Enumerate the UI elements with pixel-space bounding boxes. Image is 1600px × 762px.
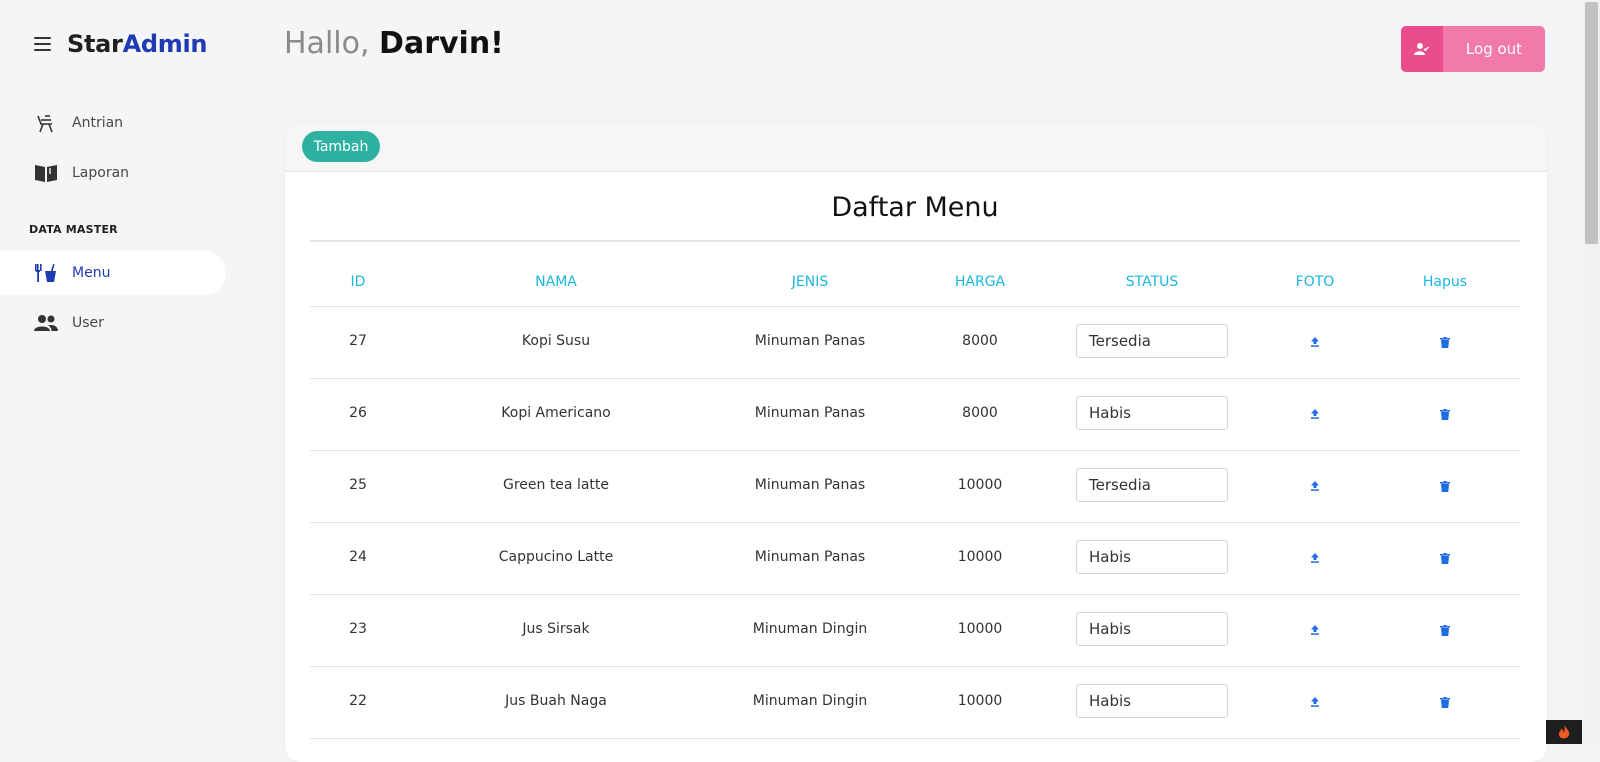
trash-icon[interactable] [1437, 334, 1453, 350]
trash-icon[interactable] [1437, 478, 1453, 494]
cell-harga: 8000 [962, 405, 998, 421]
sidebar-item-menu[interactable]: Menu [0, 251, 226, 295]
column-header-hapus[interactable]: Hapus [1390, 274, 1500, 290]
table-row: 24 Cappucino Latte Minuman Panas 10000 H… [310, 523, 1520, 595]
logout-label: Log out [1465, 40, 1523, 58]
cell-jenis: Minuman Panas [754, 333, 866, 349]
table-row: 26 Kopi Americano Minuman Panas 8000 Hab… [310, 379, 1520, 451]
title-divider [310, 240, 1520, 242]
upload-icon[interactable] [1307, 334, 1323, 350]
user-name: Darvin! [379, 26, 504, 61]
status-select[interactable]: Habis [1076, 684, 1228, 718]
sidebar-item-laporan[interactable]: Laporan [0, 151, 226, 195]
greeting-text: Hallo, [284, 26, 380, 61]
status-select[interactable]: Habis [1076, 540, 1228, 574]
cell-jenis: Minuman Panas [754, 477, 866, 493]
hamburger-menu-icon[interactable] [34, 37, 51, 51]
cell-nama: Jus Buah Naga [505, 693, 607, 709]
upload-icon[interactable] [1307, 478, 1323, 494]
cell-nama: Kopi Susu [521, 333, 591, 349]
column-header-harga[interactable]: HARGA [910, 274, 1050, 290]
cell-nama: Cappucino Latte [498, 549, 614, 565]
brand-logo[interactable]: StarAdmin [67, 30, 207, 58]
cell-id: 23 [349, 621, 367, 637]
cell-harga: 10000 [957, 549, 1003, 565]
menu-card: Tambah Daftar Menu ID NAMA JENIS HARGA S… [285, 122, 1547, 762]
table-row: 27 Kopi Susu Minuman Panas 8000 Tersedia [310, 307, 1520, 379]
sidebar-item-label: Antrian [72, 115, 124, 131]
trash-icon[interactable] [1437, 550, 1453, 566]
add-button[interactable]: Tambah [302, 131, 380, 162]
cell-id: 22 [349, 693, 367, 709]
chair-icon [34, 111, 58, 135]
status-select[interactable]: Tersedia [1076, 324, 1228, 358]
cell-harga: 8000 [962, 333, 998, 349]
food-menu-icon [34, 261, 58, 285]
card-title: Daftar Menu [831, 192, 999, 223]
upload-icon[interactable] [1307, 550, 1323, 566]
card-header: Tambah [285, 122, 1547, 172]
cell-id: 25 [349, 477, 367, 493]
cell-nama: Jus Sirsak [522, 621, 590, 637]
user-check-icon [1401, 26, 1443, 72]
cell-nama: Kopi Americano [501, 405, 611, 421]
page-scrollbar[interactable] [1583, 0, 1600, 744]
brand-row: StarAdmin [34, 30, 207, 58]
sidebar: StarAdmin Antrian Laporan DATA MASTER Me… [0, 0, 240, 744]
cell-jenis: Minuman Panas [754, 549, 866, 565]
flame-icon[interactable] [1546, 720, 1582, 744]
cell-harga: 10000 [957, 477, 1003, 493]
cell-nama: Green tea latte [502, 477, 610, 493]
trash-icon[interactable] [1437, 406, 1453, 422]
cell-id: 24 [349, 549, 367, 565]
brand-part1: Star [67, 30, 123, 58]
page-greeting: Hallo, Darvin! [284, 26, 504, 61]
status-select[interactable]: Tersedia [1076, 468, 1228, 502]
table-row: 25 Green tea latte Minuman Panas 10000 T… [310, 451, 1520, 523]
cell-harga: 10000 [957, 693, 1003, 709]
cell-harga: 10000 [957, 621, 1003, 637]
cell-jenis: Minuman Dingin [752, 621, 868, 637]
column-header-nama[interactable]: NAMA [436, 274, 676, 290]
scrollbar-thumb[interactable] [1585, 2, 1598, 244]
sidebar-item-label: Laporan [72, 165, 130, 181]
table-row: 22 Jus Buah Naga Minuman Dingin 10000 Ha… [310, 667, 1520, 739]
column-header-status[interactable]: STATUS [1060, 274, 1244, 290]
sidebar-item-label: Menu [72, 265, 111, 281]
cell-id: 27 [349, 333, 367, 349]
status-select[interactable]: Habis [1076, 612, 1228, 646]
cell-jenis: Minuman Panas [754, 405, 866, 421]
upload-icon[interactable] [1307, 622, 1323, 638]
sidebar-item-user[interactable]: User [0, 301, 226, 345]
trash-icon[interactable] [1437, 622, 1453, 638]
sidebar-item-antrian[interactable]: Antrian [0, 101, 226, 145]
column-header-id[interactable]: ID [310, 274, 406, 290]
section-title: DATA MASTER [29, 223, 118, 236]
book-icon [34, 161, 58, 185]
table-body: 27 Kopi Susu Minuman Panas 8000 Tersedia… [310, 307, 1520, 739]
trash-icon[interactable] [1437, 694, 1453, 710]
cell-id: 26 [349, 405, 367, 421]
users-icon [34, 311, 58, 335]
column-header-jenis[interactable]: JENIS [680, 274, 940, 290]
sidebar-item-label: User [72, 315, 104, 331]
table-header: ID NAMA JENIS HARGA STATUS FOTO Hapus [310, 270, 1520, 307]
upload-icon[interactable] [1307, 406, 1323, 422]
column-header-foto[interactable]: FOTO [1260, 274, 1370, 290]
status-select[interactable]: Habis [1076, 396, 1228, 430]
upload-icon[interactable] [1307, 694, 1323, 710]
table-row: 23 Jus Sirsak Minuman Dingin 10000 Habis [310, 595, 1520, 667]
logout-button[interactable]: Log out [1401, 26, 1545, 72]
cell-jenis: Minuman Dingin [752, 693, 868, 709]
brand-part2: Admin [122, 30, 208, 58]
